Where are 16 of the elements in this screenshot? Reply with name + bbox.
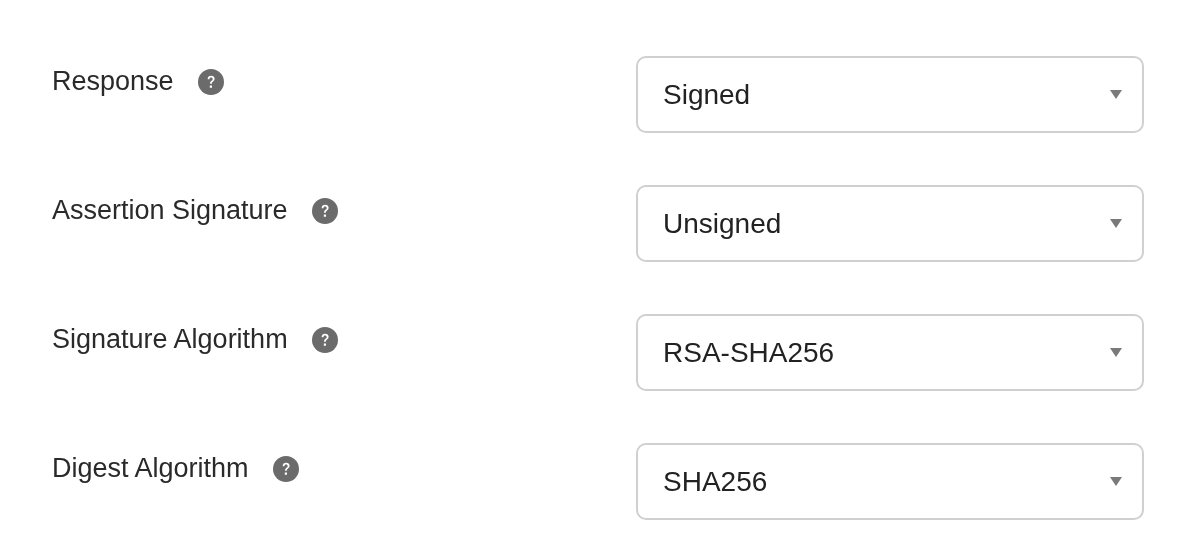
caret-icon: [1110, 219, 1122, 228]
caret-icon: [1110, 477, 1122, 486]
caret-icon: [1110, 348, 1122, 357]
help-icon[interactable]: [197, 68, 224, 95]
help-icon[interactable]: [311, 197, 338, 224]
help-icon[interactable]: [272, 455, 299, 482]
field-label: Digest Algorithm: [52, 453, 249, 484]
caret-icon: [1110, 90, 1122, 99]
help-icon[interactable]: [311, 326, 338, 353]
field-label: Signature Algorithm: [52, 324, 288, 355]
dropdown[interactable]: Unsigned: [636, 185, 1144, 262]
dropdown[interactable]: RSA-SHA256: [636, 314, 1144, 391]
field-label: Response: [52, 66, 174, 97]
field-label: Assertion Signature: [52, 195, 288, 226]
dropdown[interactable]: Signed: [636, 56, 1144, 133]
dropdown[interactable]: SHA256: [636, 443, 1144, 520]
